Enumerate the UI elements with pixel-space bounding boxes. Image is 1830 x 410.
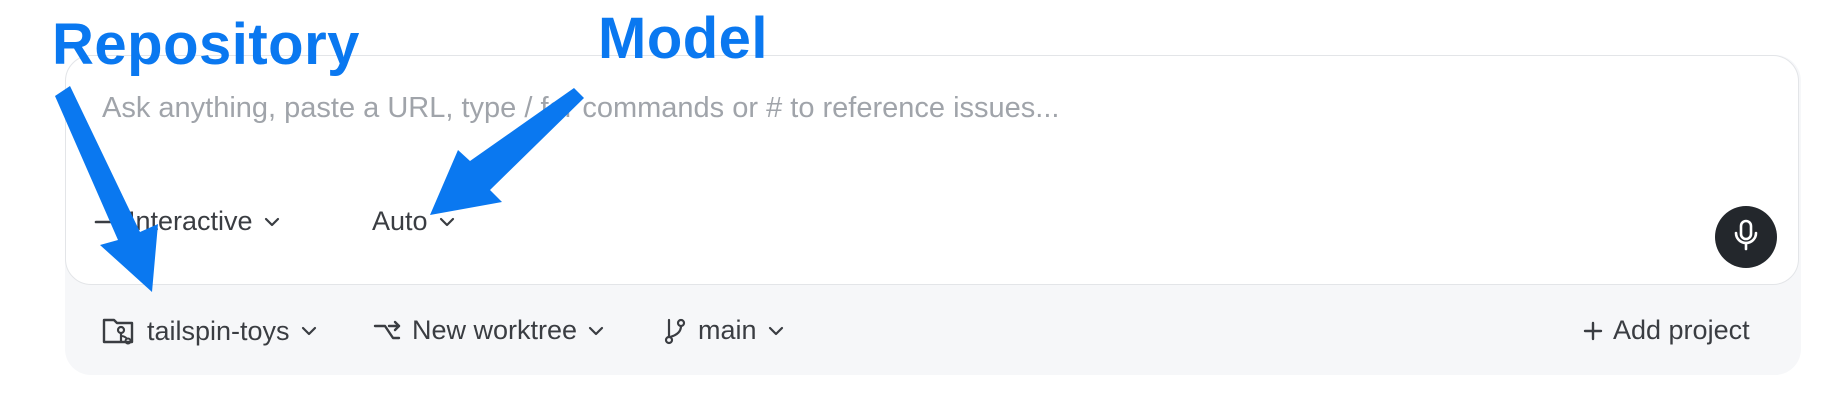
model-annotation: Model [598,6,769,71]
worktree-selector[interactable]: New worktree [372,315,605,346]
composer-box: Interactive Auto [65,55,1799,285]
model-label: Auto [372,206,428,236]
repository-selector[interactable]: tailspin-toys [101,315,318,347]
worktree-icon [372,317,402,345]
plus-icon [1583,321,1603,341]
chevron-down-icon [438,213,456,231]
add-project-label: Add project [1613,315,1750,345]
mode-selector[interactable]: Interactive [92,206,281,237]
worktree-label: New worktree [412,315,578,345]
repository-label: tailspin-toys [147,315,290,346]
branch-label: main [698,315,757,345]
chevron-down-icon [300,322,318,340]
model-selector[interactable]: Auto [372,206,456,237]
chevron-down-icon [587,322,605,340]
microphone-icon [1731,218,1761,257]
chevron-down-icon [767,322,785,340]
prompt-input[interactable] [102,86,1602,130]
branch-selector[interactable]: main [662,315,785,346]
repository-annotation: Repository [52,12,360,77]
add-project-button[interactable]: Add project [1583,315,1750,346]
mode-icon [92,209,118,235]
mode-label: Interactive [128,206,253,236]
folder-git-icon [101,315,137,347]
mic-button[interactable] [1715,206,1777,268]
git-branch-icon [662,316,688,346]
chevron-down-icon [263,213,281,231]
